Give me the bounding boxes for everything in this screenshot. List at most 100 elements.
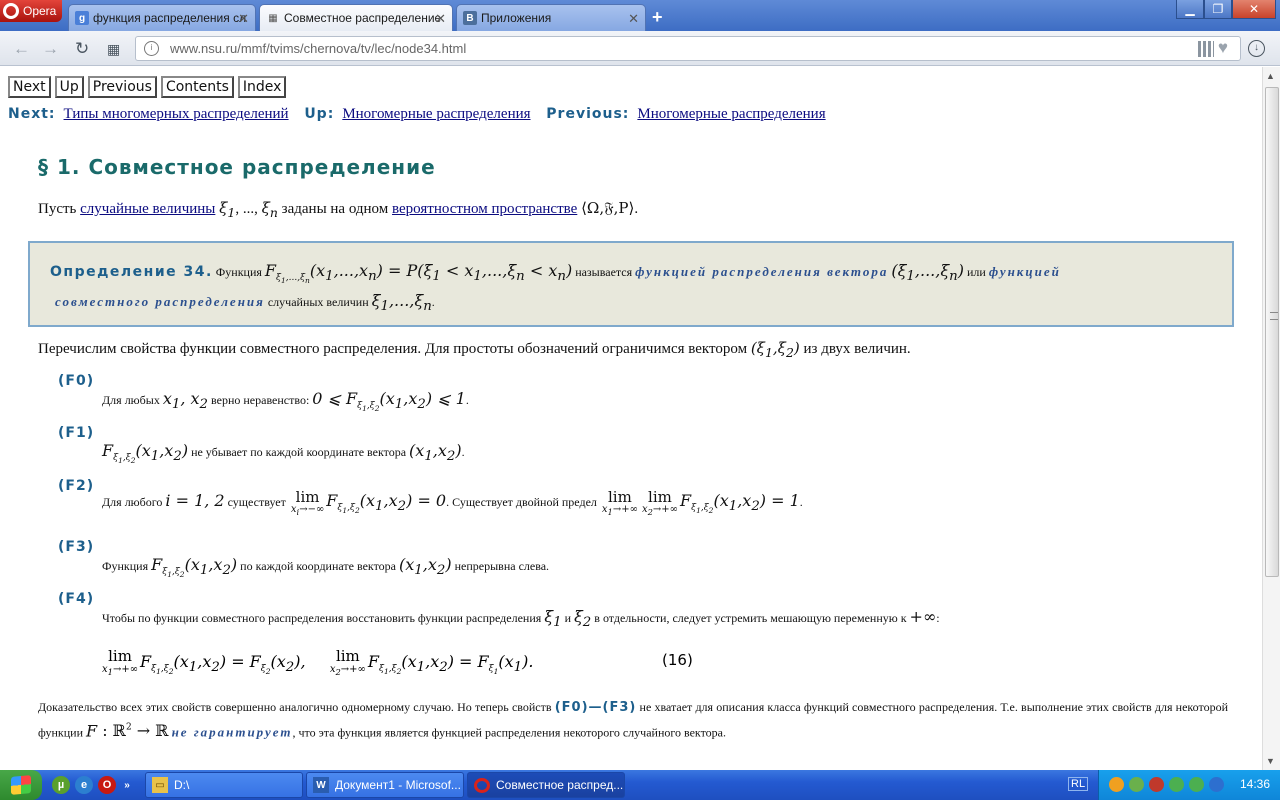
- properties-intro-text: Перечислим свойства функции совместного …: [38, 341, 748, 357]
- opera-quicklaunch-icon[interactable]: O: [98, 776, 116, 794]
- intro-paragraph: Пусть случайные величины ξ1, ..., ξn зад…: [38, 199, 639, 220]
- definition-term-function: функцией: [988, 264, 1061, 279]
- task-label: Документ1 - Microsof...: [335, 778, 461, 792]
- conclusion-text: Доказательство всех этих свойств соверше…: [38, 700, 552, 714]
- property-text: в отдельности, следует устремить мешающу…: [594, 611, 907, 625]
- property-text: не убывает по каждой координате вектора: [191, 445, 407, 459]
- property-text: по каждой координате вектора: [240, 559, 396, 573]
- conclusion-text: , что эта функция является функцией расп…: [292, 725, 727, 740]
- definition-box: Определение 34. Функция Fξ1,...,ξn(x1,..…: [28, 241, 1234, 327]
- speed-dial-grid-icon[interactable]: ▦: [107, 41, 120, 58]
- tray-network-icon[interactable]: [1129, 777, 1144, 792]
- previous-button[interactable]: Previous: [87, 76, 157, 98]
- random-variables-link[interactable]: случайные величины: [80, 201, 215, 217]
- clock[interactable]: 14:36: [1240, 777, 1270, 791]
- up-button[interactable]: Up: [54, 76, 84, 98]
- system-tray: 14:36: [1098, 770, 1280, 800]
- definition-title: Определение 34.: [50, 264, 213, 280]
- equation-16: lim x1→+∞ Fξ1,ξ2(x1,x2) = Fξ2(x2), lim x2→+…: [100, 647, 533, 677]
- heart-icon[interactable]: ♥: [1218, 38, 1228, 58]
- properties-intro-end: из двух величин.: [803, 341, 911, 357]
- property-text: Для любых: [102, 393, 160, 407]
- browser-quicklaunch-icon[interactable]: e: [75, 776, 93, 794]
- property-text: Для любого: [102, 494, 163, 509]
- download-icon[interactable]: ↓: [1248, 40, 1265, 57]
- forward-icon[interactable]: →: [42, 39, 59, 59]
- language-indicator[interactable]: RL: [1068, 777, 1089, 791]
- task-explorer[interactable]: ▭ D:\: [145, 772, 303, 798]
- task-label: D:\: [174, 778, 190, 792]
- math-variables: ξ1,...,ξn: [371, 291, 432, 315]
- task-opera[interactable]: Совместное распред...: [467, 772, 625, 798]
- tab-google-search[interactable]: g функция распределения сл ✕: [68, 4, 256, 31]
- stash-icon[interactable]: [1198, 41, 1214, 57]
- minimize-button[interactable]: ▁: [1176, 0, 1204, 19]
- vertical-scrollbar[interactable]: ▲ ▼: [1262, 67, 1280, 770]
- tray-update-icon[interactable]: [1189, 777, 1204, 792]
- close-tab-icon[interactable]: ✕: [435, 11, 446, 27]
- more-quicklaunch-icon[interactable]: »: [121, 776, 133, 794]
- breadcrumb: Next: Типы многомерных распределений Up: М…: [8, 106, 838, 123]
- equation-number: (16): [662, 651, 693, 669]
- maximize-button[interactable]: ❐: [1204, 0, 1232, 19]
- property-f3-label: (F3): [58, 539, 95, 555]
- math-xi1: ξ1: [544, 607, 562, 631]
- scroll-up-icon[interactable]: ▲: [1266, 71, 1275, 81]
- math-joint-cdf: Fξ1,ξ2(x1,x2): [151, 555, 238, 579]
- grip-icon: [1270, 312, 1278, 320]
- tray-app-icon[interactable]: [1109, 777, 1124, 792]
- math-plus-infinity: +∞: [909, 607, 937, 626]
- math-probability-space: ⟨Ω,𝔉,P⟩: [581, 199, 635, 217]
- index-button[interactable]: Index: [237, 76, 287, 98]
- math-i-range: i = 1, 2: [165, 490, 225, 510]
- opera-menu-button[interactable]: Opera: [0, 0, 62, 22]
- reload-icon[interactable]: ↻: [75, 39, 89, 59]
- close-tab-icon[interactable]: ✕: [238, 11, 249, 27]
- up-link[interactable]: Многомерные распределения: [342, 106, 530, 122]
- math-limit-x1-plus-inf: lim x1→+∞: [601, 488, 638, 517]
- contents-button[interactable]: Contents: [160, 76, 234, 98]
- address-field[interactable]: i www.nsu.ru/mmf/tvims/chernova/tv/lec/n…: [135, 36, 1241, 61]
- intro-text: заданы на одном: [281, 201, 389, 217]
- math-limit-x2-plus-inf: lim x2→+∞: [641, 488, 678, 517]
- not-guaranteed-emphasis: не гарантирует: [171, 724, 293, 740]
- definition-text: Функция: [215, 265, 262, 279]
- close-window-button[interactable]: ✕: [1232, 0, 1276, 19]
- back-icon[interactable]: ←: [13, 39, 30, 59]
- tab-label: Приложения: [481, 11, 552, 25]
- properties-reference: (F0)—(F3): [554, 700, 637, 715]
- url-text: www.nsu.ru/mmf/tvims/chernova/tv/lec/nod…: [170, 41, 466, 56]
- math-limit-one: Fξ1,ξ2(x1,x2) = 1: [679, 490, 800, 515]
- next-button[interactable]: Next: [8, 76, 51, 98]
- property-f1-label: (F1): [58, 425, 95, 441]
- property-text: Функция: [102, 559, 149, 573]
- new-tab-icon[interactable]: +: [652, 7, 663, 28]
- task-word[interactable]: W Документ1 - Microsof...: [306, 772, 464, 798]
- tab-joint-distribution[interactable]: ▦ Совместное распределение ✕: [259, 4, 453, 31]
- site-info-icon[interactable]: i: [144, 41, 159, 56]
- conclusion-paragraph: Доказательство всех этих свойств соверше…: [38, 697, 1228, 743]
- property-f4-label: (F4): [58, 591, 95, 607]
- close-tab-icon[interactable]: ✕: [628, 11, 639, 27]
- tray-utorrent-icon[interactable]: [1169, 777, 1184, 792]
- url-host: www.nsu.ru: [170, 41, 238, 56]
- math-function-r2: F: [86, 721, 98, 741]
- taskbar: µ e O » ▭ D:\ W Документ1 - Microsof... …: [0, 770, 1280, 800]
- definition-line-1: Определение 34. Функция Fξ1,...,ξn(x1,..…: [50, 261, 1061, 285]
- utorrent-icon[interactable]: µ: [52, 776, 70, 794]
- probability-space-link[interactable]: вероятностном пространстве: [392, 201, 577, 217]
- scroll-down-icon[interactable]: ▼: [1266, 756, 1275, 766]
- scrollbar-thumb[interactable]: [1265, 87, 1279, 577]
- restore-icon: ❐: [1212, 2, 1224, 16]
- previous-link[interactable]: Многомерные распределения: [637, 106, 825, 122]
- start-button[interactable]: [0, 770, 42, 800]
- tray-volume-icon[interactable]: [1209, 777, 1224, 792]
- math-xi1: ξ1: [219, 199, 236, 220]
- tray-disconnected-icon[interactable]: [1149, 777, 1164, 792]
- math-limit-x2: lim x2→+∞: [329, 647, 366, 677]
- math-xin: ξn: [261, 199, 278, 220]
- math-joint-cdf-definition: Fξ1,...,ξn(x1,...,xn) = P(ξ1 < x1,...,ξn…: [264, 261, 573, 285]
- next-link[interactable]: Типы многомерных распределений: [64, 106, 289, 122]
- math-limit-zero: Fξ1,ξ2(x1,x2) = 0: [326, 490, 447, 515]
- tab-apps[interactable]: B Приложения ✕: [456, 4, 646, 31]
